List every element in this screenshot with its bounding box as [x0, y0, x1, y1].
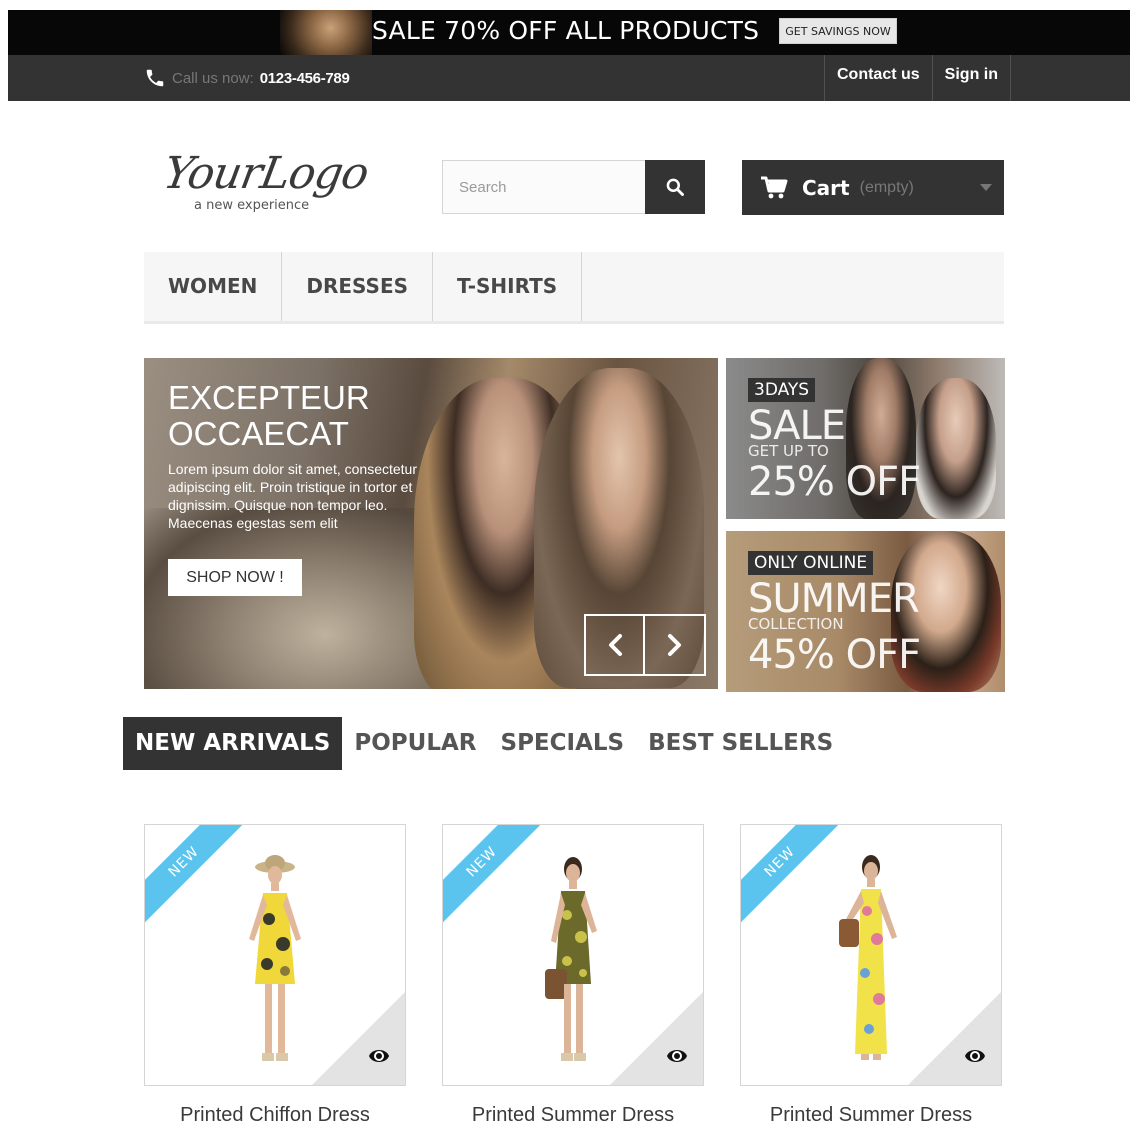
new-badge: NEW [145, 825, 249, 929]
contact-us-link[interactable]: Contact us [824, 55, 932, 101]
menu-item-tshirts[interactable]: T-SHIRTS [433, 252, 583, 321]
banner-tag: ONLY ONLINE [748, 551, 874, 575]
quick-view-corner [311, 991, 405, 1085]
banner-headline: SALE [748, 403, 846, 449]
account-links: Contact us Sign in [824, 55, 1011, 101]
banner-tag: 3DAYS [748, 378, 816, 402]
search-button[interactable] [645, 160, 705, 214]
search-bar [442, 160, 705, 214]
cart-button[interactable]: Cart (empty) [742, 160, 1004, 215]
new-badge-label: NEW [443, 825, 546, 926]
slide-title: EXCEPTEUR OCCAECAT [168, 380, 468, 452]
slide-description: Lorem ipsum dolor sit amet, consectetur … [168, 461, 417, 531]
search-icon [666, 178, 684, 196]
product-image-frame[interactable]: NEW [442, 824, 704, 1086]
menu-item-dresses[interactable]: DRESSES [282, 252, 434, 321]
cart-label: Cart [802, 175, 850, 200]
category-menu: WOMEN DRESSES T-SHIRTS [144, 252, 1004, 324]
product-image-frame[interactable]: NEW [740, 824, 1002, 1086]
search-input[interactable] [442, 160, 645, 214]
banner-offer: 25% OFF [748, 459, 921, 505]
cart-icon [761, 176, 788, 198]
get-savings-button[interactable]: GET SAVINGS NOW [779, 18, 897, 44]
promo-banner-sale[interactable]: 3DAYS SALE GET UP TO 25% OFF [726, 358, 1005, 519]
promo-banner[interactable]: SALE 70% OFF ALL PRODUCTS GET SAVINGS NO… [8, 10, 1130, 55]
chevron-right-icon [667, 634, 681, 656]
promo-model-image [280, 10, 372, 55]
new-badge-label: NEW [145, 825, 248, 926]
tab-specials[interactable]: SPECIALS [489, 717, 637, 770]
logo-tagline: a new experience [194, 198, 310, 213]
product-card[interactable]: NEW Printed Summer Dress [740, 824, 1002, 1126]
tab-popular[interactable]: POPULAR [342, 717, 488, 770]
phone-info: Call us now: 0123-456-789 [144, 66, 350, 90]
product-name[interactable]: Printed Chiffon Dress [144, 1104, 406, 1126]
product-card[interactable]: NEW Printed Chiffon Dress [144, 824, 406, 1126]
phone-icon [144, 67, 166, 89]
logo-text: YourLogo [159, 148, 372, 199]
banner-offer: 45% OFF [748, 632, 921, 678]
slide-title-line: EXCEPTEUR [168, 379, 370, 416]
tab-best-sellers[interactable]: BEST SELLERS [636, 717, 845, 770]
tab-new-arrivals[interactable]: NEW ARRIVALS [123, 717, 343, 770]
product-image-frame[interactable]: NEW [144, 824, 406, 1086]
quick-view-eye-icon[interactable] [963, 1045, 987, 1067]
top-nav-bar: Call us now: 0123-456-789 Contact us Sig… [8, 55, 1130, 101]
hero-slider[interactable]: EXCEPTEUR OCCAECAT Lorem ipsum dolor sit… [144, 358, 718, 689]
quick-view-corner [609, 991, 703, 1085]
slider-next-button[interactable] [645, 616, 704, 674]
product-card[interactable]: NEW Printed Summer Dress [442, 824, 704, 1126]
quick-view-eye-icon[interactable] [367, 1045, 391, 1067]
site-logo[interactable]: YourLogo a new experience [160, 148, 380, 218]
new-badge: NEW [443, 825, 547, 929]
chevron-down-icon [980, 184, 992, 191]
quick-view-eye-icon[interactable] [665, 1045, 689, 1067]
shop-now-button[interactable]: SHOP NOW ! [168, 559, 302, 596]
slider-controls [584, 614, 706, 676]
chevron-left-icon [608, 634, 622, 656]
sign-in-link[interactable]: Sign in [931, 55, 1011, 101]
new-badge: NEW [741, 825, 845, 929]
cart-status: (empty) [859, 178, 914, 196]
banner-subline: GET UP TO [748, 442, 829, 460]
banner-subline: COLLECTION [748, 615, 844, 633]
banner-headline: SUMMER [748, 576, 920, 622]
product-name[interactable]: Printed Summer Dress [442, 1104, 704, 1126]
phone-number: 0123-456-789 [259, 69, 350, 87]
promo-banner-summer[interactable]: ONLY ONLINE SUMMER COLLECTION 45% OFF [726, 531, 1005, 692]
promo-text: SALE 70% OFF ALL PRODUCTS [372, 16, 760, 45]
new-badge-label: NEW [741, 825, 844, 926]
menu-item-women[interactable]: WOMEN [144, 252, 283, 321]
banner-model-image [916, 378, 996, 519]
slide-title-line: OCCAECAT [168, 415, 349, 452]
quick-view-corner [907, 991, 1001, 1085]
product-name[interactable]: Printed Summer Dress [740, 1104, 1002, 1126]
call-us-label: Call us now: [172, 69, 254, 87]
slider-prev-button[interactable] [586, 616, 646, 674]
product-tabs: NEW ARRIVALS POPULAR SPECIALS BEST SELLE… [123, 717, 845, 770]
